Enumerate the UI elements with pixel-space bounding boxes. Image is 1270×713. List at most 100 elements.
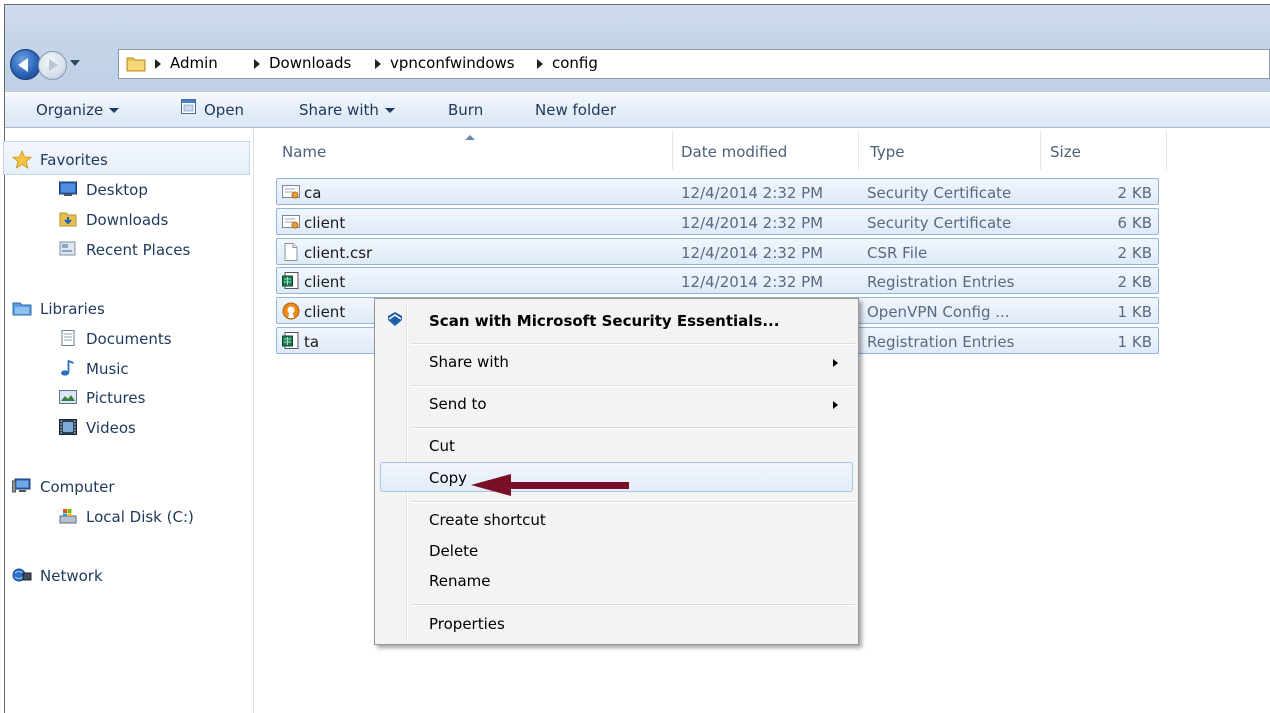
file-name: client <box>304 303 346 321</box>
breadcrumb-item[interactable]: vpnconfwindows <box>390 54 515 72</box>
breadcrumb-separator-icon[interactable] <box>155 59 161 69</box>
registry-icon <box>282 272 299 289</box>
column-divider[interactable] <box>858 130 859 170</box>
file-type: Registration Entries <box>867 333 1015 351</box>
file-row[interactable]: client 12/4/2014 2:32 PM Security Certif… <box>276 208 1159 235</box>
chevron-right-icon <box>833 401 838 409</box>
chevron-right-icon <box>833 359 838 367</box>
column-divider[interactable] <box>1040 130 1041 170</box>
column-divider[interactable] <box>672 130 673 170</box>
back-button[interactable] <box>10 49 41 80</box>
file-size: 1 KB <box>1117 333 1152 351</box>
share-with-label: Share with <box>299 101 379 119</box>
menu-item-cut[interactable]: Cut <box>429 437 455 455</box>
organize-button[interactable]: Organize <box>36 101 120 119</box>
nav-music[interactable]: Music <box>86 360 129 378</box>
nav-libraries[interactable]: Libraries <box>40 300 105 318</box>
chevron-down-icon <box>384 108 395 113</box>
menu-separator <box>411 343 855 345</box>
breadcrumb-separator-icon[interactable] <box>254 59 260 69</box>
music-icon <box>61 360 74 376</box>
open-icon <box>181 99 196 114</box>
file-row[interactable]: ca 12/4/2014 2:32 PM Security Certificat… <box>276 178 1159 205</box>
forward-button[interactable] <box>38 51 67 80</box>
annotation-arrow-icon <box>471 474 629 496</box>
file-name: client.csr <box>304 244 373 262</box>
videos-icon <box>59 419 77 435</box>
burn-button[interactable]: Burn <box>448 101 483 119</box>
openvpn-icon <box>282 302 300 320</box>
breadcrumb-separator-icon[interactable] <box>375 59 381 69</box>
star-icon <box>12 150 32 169</box>
local-disk-icon <box>59 509 77 524</box>
menu-item-create-shortcut[interactable]: Create shortcut <box>429 511 546 529</box>
menu-item-scan[interactable]: Scan with Microsoft Security Essentials.… <box>429 312 779 330</box>
menu-separator <box>411 427 855 429</box>
recent-places-icon <box>59 241 76 256</box>
new-folder-button[interactable]: New folder <box>535 101 616 119</box>
file-date: 12/4/2014 2:32 PM <box>681 184 824 202</box>
file-type: Security Certificate <box>867 214 1012 232</box>
file-row[interactable]: client.csr 12/4/2014 2:32 PM CSR File 2 … <box>276 238 1159 265</box>
recent-pages-dropdown[interactable] <box>70 60 80 66</box>
file-name: ta <box>304 333 320 351</box>
menu-separator <box>411 604 855 606</box>
file-size: 6 KB <box>1117 214 1152 232</box>
registry-icon <box>282 332 299 349</box>
nav-local-disk[interactable]: Local Disk (C:) <box>86 508 194 526</box>
file-type: Security Certificate <box>867 184 1012 202</box>
nav-recent-places[interactable]: Recent Places <box>86 241 190 259</box>
sort-ascending-icon <box>465 135 475 140</box>
breadcrumb-separator-icon[interactable] <box>537 59 543 69</box>
file-date: 12/4/2014 2:32 PM <box>681 273 824 291</box>
context-menu: Scan with Microsoft Security Essentials.… <box>374 298 859 645</box>
documents-icon <box>61 330 75 346</box>
desktop-icon <box>59 181 77 196</box>
security-essentials-icon <box>388 312 402 326</box>
file-name: ca <box>304 184 322 202</box>
nav-favorites[interactable]: Favorites <box>40 151 108 169</box>
network-icon <box>12 568 32 582</box>
file-date: 12/4/2014 2:32 PM <box>681 214 824 232</box>
libraries-icon <box>12 302 32 316</box>
menu-item-rename[interactable]: Rename <box>429 572 491 590</box>
file-size: 1 KB <box>1117 303 1152 321</box>
file-name: client <box>304 273 346 291</box>
menu-item-properties[interactable]: Properties <box>429 615 505 633</box>
nav-videos[interactable]: Videos <box>86 419 136 437</box>
menu-separator <box>411 501 855 503</box>
file-size: 2 KB <box>1117 184 1152 202</box>
downloads-folder-icon <box>59 212 77 227</box>
breadcrumb-item[interactable]: Admin <box>170 54 218 72</box>
file-type: CSR File <box>867 244 928 262</box>
nav-network[interactable]: Network <box>40 567 103 585</box>
menu-separator <box>411 385 855 387</box>
nav-pictures[interactable]: Pictures <box>86 389 145 407</box>
file-row[interactable]: client 12/4/2014 2:32 PM Registration En… <box>276 267 1159 294</box>
breadcrumb-item[interactable]: Downloads <box>269 54 351 72</box>
menu-item-share-with[interactable]: Share with <box>429 353 509 371</box>
pictures-icon <box>59 390 77 404</box>
nav-computer[interactable]: Computer <box>40 478 115 496</box>
menu-item-copy[interactable]: Copy <box>429 469 467 487</box>
certificate-icon <box>282 215 300 229</box>
share-with-button[interactable]: Share with <box>299 101 395 119</box>
open-label: Open <box>204 101 245 119</box>
breadcrumb-item[interactable]: config <box>552 54 598 72</box>
address-bar[interactable]: Admin Downloads vpnconfwindows config <box>118 49 1270 79</box>
menu-item-delete[interactable]: Delete <box>429 542 478 560</box>
column-divider[interactable] <box>1166 130 1167 170</box>
menu-item-send-to[interactable]: Send to <box>429 395 487 413</box>
file-size: 2 KB <box>1117 273 1152 291</box>
nav-documents[interactable]: Documents <box>86 330 172 348</box>
blank-file-icon <box>284 243 298 261</box>
file-type: OpenVPN Config ... <box>867 303 1010 321</box>
file-size: 2 KB <box>1117 244 1152 262</box>
open-button[interactable]: Open <box>204 101 244 119</box>
nav-desktop[interactable]: Desktop <box>86 181 148 199</box>
chevron-down-icon <box>109 108 120 113</box>
organize-label: Organize <box>36 101 104 119</box>
certificate-icon <box>282 185 300 199</box>
file-name: client <box>304 214 346 232</box>
nav-downloads[interactable]: Downloads <box>86 211 168 229</box>
